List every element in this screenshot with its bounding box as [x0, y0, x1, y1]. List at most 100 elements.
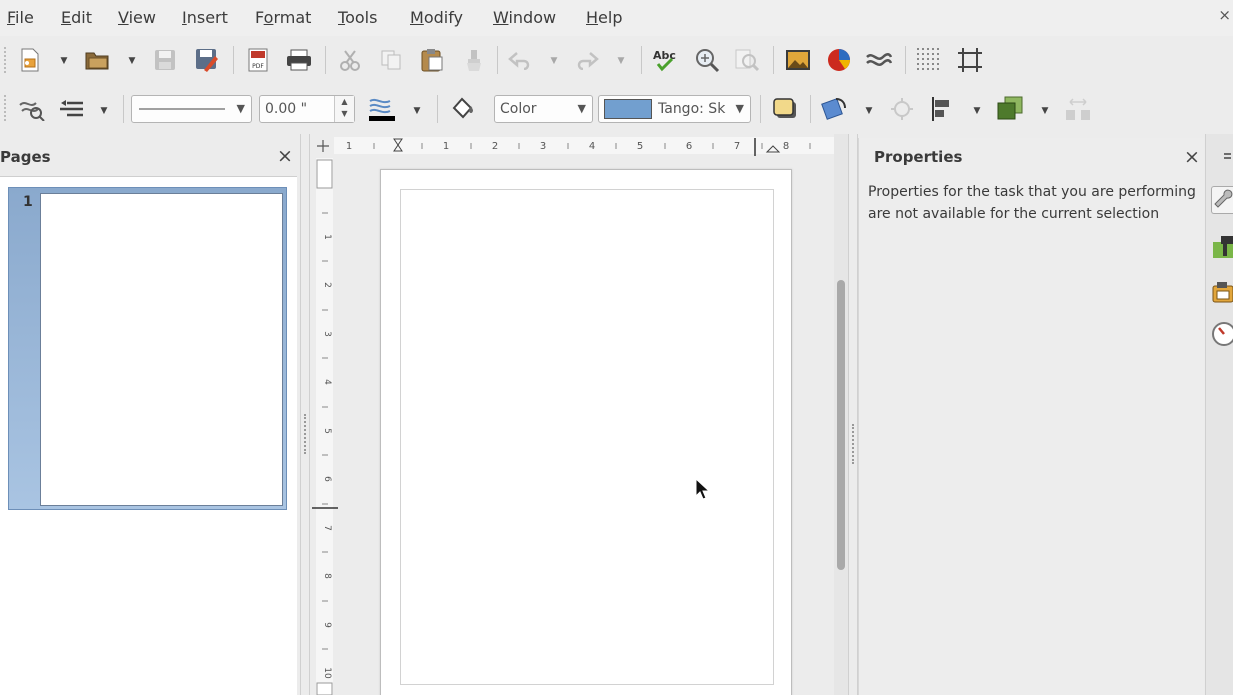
spinner-arrows-icon[interactable]: ▲ ▼: [334, 96, 354, 122]
menu-format[interactable]: Format: [255, 8, 311, 27]
shadow-icon[interactable]: [771, 95, 799, 123]
left-pane-splitter[interactable]: [300, 134, 310, 695]
export-pdf-icon[interactable]: PDF: [244, 46, 272, 74]
spelling-icon[interactable]: Abc: [652, 46, 680, 74]
toolbar-grip[interactable]: [4, 47, 8, 73]
area-fill-icon[interactable]: [448, 95, 476, 123]
menu-window[interactable]: Window: [493, 8, 556, 27]
line-color-icon[interactable]: [367, 95, 395, 123]
image-icon[interactable]: [784, 46, 812, 74]
properties-panel: Properties × Properties for the task tha…: [858, 138, 1204, 695]
line-ends-icon[interactable]: [58, 95, 86, 123]
line-style-select[interactable]: ▼: [131, 95, 252, 123]
ruler-h-label-3: 2: [492, 141, 498, 152]
line-ends-dropdown-icon[interactable]: ▼: [99, 106, 109, 116]
vertical-scrollbar[interactable]: [834, 134, 848, 695]
save-icon[interactable]: [151, 46, 179, 74]
slide-list: 1: [0, 177, 297, 695]
select-mode-icon[interactable]: [18, 95, 46, 123]
distribute-icon[interactable]: [1064, 95, 1092, 123]
drawing-page[interactable]: [380, 169, 792, 695]
menu-edit[interactable]: Edit: [61, 8, 92, 27]
ruler-v-label-10: 10: [322, 667, 332, 679]
line-color-dropdown-icon[interactable]: ▼: [412, 106, 422, 116]
gallery-tab-icon[interactable]: [1211, 278, 1233, 306]
cut-icon[interactable]: [336, 46, 364, 74]
ruler-h-label-5: 4: [589, 141, 595, 152]
ruler-v-label-9: 9: [322, 622, 332, 628]
grid-icon[interactable]: [915, 46, 943, 74]
navigator-tab-icon[interactable]: [1211, 320, 1233, 348]
standard-toolbar: ▼ ▼ PDF ▼ ▼ Abc: [0, 36, 1233, 84]
arrange-dropdown-icon[interactable]: ▼: [1040, 106, 1050, 116]
menu-help[interactable]: Help: [586, 8, 622, 27]
right-pane-splitter[interactable]: [848, 134, 858, 695]
menu-file[interactable]: File: [7, 8, 34, 27]
clone-formatting-icon[interactable]: [460, 46, 488, 74]
fontwork-icon[interactable]: [865, 46, 893, 74]
menu-modify[interactable]: Modify: [410, 8, 463, 27]
open-dropdown-icon[interactable]: ▼: [127, 56, 137, 66]
chart-icon[interactable]: [825, 46, 853, 74]
fill-color-select[interactable]: Tango: Sk ▼: [598, 95, 751, 123]
menu-tools[interactable]: Tools: [338, 8, 377, 27]
line-width-spinner[interactable]: 0.00 " ▲ ▼: [259, 95, 355, 123]
horizontal-ruler-scale: 1 1 2 3 4 5 6 7 8: [317, 137, 839, 156]
sidebar-tab-bar: [1205, 134, 1233, 695]
document-canvas[interactable]: [338, 158, 834, 695]
undo-dropdown-icon[interactable]: ▼: [549, 56, 559, 66]
copy-icon[interactable]: [377, 46, 405, 74]
toolbar-grip[interactable]: [4, 95, 8, 121]
properties-tab-wrench-icon[interactable]: [1211, 186, 1233, 214]
redo-dropdown-icon[interactable]: ▼: [616, 56, 626, 66]
line-style-preview: [139, 108, 225, 110]
ruler-v-label-1: 1: [322, 234, 332, 240]
pages-pane-title: Pages: [0, 148, 51, 166]
close-icon[interactable]: ×: [1184, 146, 1200, 168]
mouse-pointer-icon: [695, 478, 711, 500]
properties-message: Properties for the task that you are per…: [868, 184, 1196, 222]
transformations-dropdown-icon[interactable]: ▼: [864, 106, 874, 116]
align-left-icon[interactable]: [928, 95, 956, 123]
chevron-down-icon: ▼: [577, 102, 586, 115]
scrollbar-thumb[interactable]: [837, 280, 845, 570]
ruler-h-label-8: 7: [734, 141, 740, 152]
helplines-icon[interactable]: [956, 46, 984, 74]
ruler-h-label-9: 8: [783, 141, 789, 152]
svg-text:PDF: PDF: [252, 63, 264, 70]
new-document-icon[interactable]: [16, 46, 44, 74]
new-dropdown-icon[interactable]: ▼: [59, 56, 69, 66]
properties-title: Properties: [874, 148, 963, 166]
sidebar-menu-icon[interactable]: [1211, 146, 1233, 170]
align-dropdown-icon[interactable]: ▼: [972, 106, 982, 116]
arrange-icon[interactable]: [996, 95, 1024, 123]
menu-view[interactable]: View: [118, 8, 156, 27]
line-filling-toolbar: ▼ ▼ 0.00 " ▲ ▼ ▼ Color ▼ Tango: Sk ▼ ▼ ▼ …: [0, 84, 1233, 134]
styles-tab-icon[interactable]: [1211, 233, 1233, 261]
print-icon[interactable]: [285, 46, 313, 74]
save-as-icon[interactable]: [193, 46, 221, 74]
area-style-value: Color: [500, 101, 537, 117]
ruler-v-label-3: 3: [322, 331, 332, 337]
points-icon[interactable]: [888, 95, 916, 123]
vertical-ruler[interactable]: 1 2 3 4 5 6 7 8 9 10: [312, 158, 338, 695]
line-width-value: 0.00 ": [265, 101, 308, 117]
paste-icon[interactable]: [418, 46, 446, 74]
menu-insert[interactable]: Insert: [182, 8, 228, 27]
chevron-down-icon: ▼: [735, 102, 744, 115]
chevron-down-icon: ▼: [236, 102, 245, 115]
open-icon[interactable]: [84, 46, 112, 74]
ruler-v-label-6: 6: [322, 476, 332, 482]
zoom-icon[interactable]: [693, 46, 721, 74]
window-close-icon[interactable]: ×: [1218, 6, 1231, 24]
pages-pane: Pages × 1: [0, 134, 297, 695]
horizontal-ruler[interactable]: 1 1 2 3 4 5 6 7 8: [312, 134, 839, 158]
transformations-icon[interactable]: [820, 95, 848, 123]
ruler-h-label-1: 1: [346, 141, 352, 152]
area-style-select[interactable]: Color ▼: [494, 95, 593, 123]
undo-icon[interactable]: [506, 46, 534, 74]
slide-thumbnail-1[interactable]: 1: [8, 187, 287, 510]
redo-icon[interactable]: [573, 46, 601, 74]
find-replace-icon[interactable]: [733, 46, 761, 74]
close-icon[interactable]: ×: [277, 145, 293, 167]
